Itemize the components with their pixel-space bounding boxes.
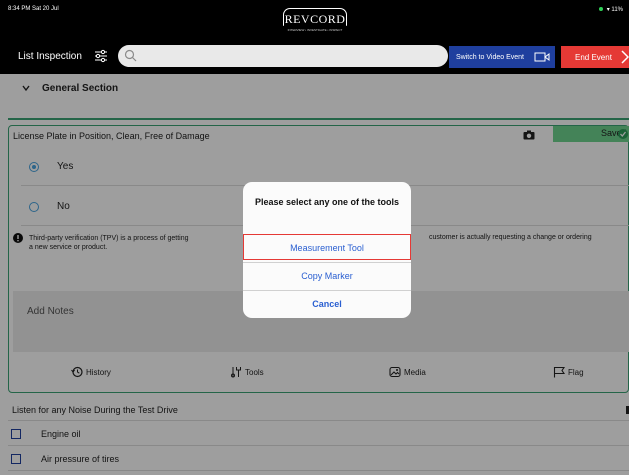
search-input[interactable] bbox=[118, 45, 448, 67]
switch-to-video-label: Switch to Video Event bbox=[456, 53, 524, 61]
page-title: List Inspection bbox=[18, 51, 82, 62]
status-bar: 8:34 PM Sat 20 Jul REVCORD INTERVIEW • I… bbox=[0, 0, 629, 38]
battery-level: 11% bbox=[611, 7, 623, 13]
logo-tagline: INTERVIEW • INVESTIGATE • INSPECT bbox=[287, 28, 343, 32]
search-icon bbox=[124, 49, 137, 62]
tool-select-dialog: Please select any one of the tools Measu… bbox=[243, 182, 411, 318]
revcord-logo: REVCORD INTERVIEW • INVESTIGATE • INSPEC… bbox=[283, 7, 347, 33]
status-indicators: ▾ 11% bbox=[599, 6, 623, 13]
switch-to-video-button[interactable]: Switch to Video Event bbox=[449, 46, 555, 68]
wifi-icon: ▾ bbox=[606, 7, 610, 13]
chevron-right-icon bbox=[621, 50, 629, 64]
nav-bar: List Inspection Switch to Video Event En… bbox=[0, 38, 629, 74]
logo-text: REVCORD bbox=[284, 12, 346, 26]
video-camera-icon bbox=[534, 52, 550, 62]
recording-dot-icon bbox=[599, 7, 604, 11]
filter-icon[interactable] bbox=[94, 49, 108, 63]
cancel-button[interactable]: Cancel bbox=[243, 290, 411, 316]
measurement-tool-button[interactable]: Measurement Tool bbox=[243, 234, 411, 260]
end-event-button[interactable]: End Event bbox=[561, 46, 629, 68]
dialog-title: Please select any one of the tools bbox=[254, 197, 400, 207]
status-time: 8:34 PM Sat 20 Jul bbox=[8, 6, 59, 12]
end-event-label: End Event bbox=[575, 52, 612, 62]
copy-marker-button[interactable]: Copy Marker bbox=[243, 262, 411, 288]
